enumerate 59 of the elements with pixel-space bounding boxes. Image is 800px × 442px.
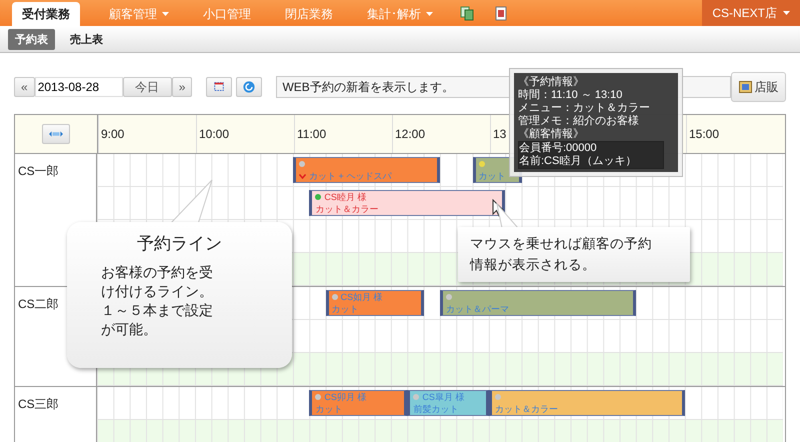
refresh-button[interactable] [236, 77, 262, 97]
callout-text: お客様の予約を受け付けるライン。 [101, 263, 214, 301]
document-icon[interactable] [494, 6, 508, 20]
date-field[interactable]: 2013-08-28 [34, 77, 123, 97]
menu-name: カット [332, 303, 359, 315]
nav-tab[interactable]: 小口管理 [186, 2, 268, 26]
tooltip-heading: 《予約情報》 [518, 76, 585, 89]
menu-name: カット + ヘッドスパ [309, 170, 392, 182]
customer-name: CS皐月 様 [422, 391, 464, 403]
booking-block[interactable]: カット＆パーマ [440, 290, 636, 316]
staff-name: CS三郎 [17, 396, 60, 413]
time-label: 15:00 [689, 127, 720, 141]
time-label: 11:00 [297, 127, 326, 141]
time-label: 9:00 [101, 127, 124, 141]
shop-icon [738, 81, 752, 93]
nav-tab[interactable]: 受付業務 [12, 2, 80, 26]
sub-tab[interactable]: 売上表 [63, 28, 110, 50]
time-label: 12:00 [395, 127, 426, 141]
time-label: 10:00 [199, 127, 230, 141]
sub-tab[interactable]: 予約表 [8, 28, 55, 50]
menu-name: カット＆カラー [495, 403, 558, 415]
arrows-icon [49, 130, 63, 138]
previous-day-button[interactable]: « [14, 77, 35, 97]
callout-text: １～５本まで設定が可能。 [101, 301, 214, 339]
tooltip-line: メニュー：カット＆カラー [518, 102, 651, 114]
staff-name: CS二郎 [17, 296, 60, 313]
next-day-button[interactable]: » [172, 77, 192, 97]
tooltip-line: 管理メモ：紹介のお客様 [518, 115, 640, 128]
store-menu[interactable]: CS-NEXT店 [702, 0, 800, 26]
nav-tab[interactable]: 集計･解析 [350, 2, 450, 26]
nav-tab[interactable]: 顧客管理 [92, 2, 186, 26]
booking-block[interactable]: CS皐月 様 前髪カット [407, 390, 489, 416]
today-button[interactable]: 今日 [122, 77, 172, 97]
menu-name: カット＆パーマ [446, 303, 509, 315]
customer-name: CS睦月 様 [324, 191, 366, 203]
menu-name: カット [478, 170, 506, 182]
tooltip-line: 名前:CS睦月（ムッキ） [519, 155, 638, 168]
refresh-icon [243, 80, 256, 94]
nav-tab[interactable]: 閉店業務 [268, 2, 350, 26]
tooltip-line: 会員番号:00000 [519, 142, 598, 155]
menu-name: カット [315, 403, 342, 415]
booking-block[interactable]: CS睦月 様 カット＆カラー [309, 190, 506, 216]
booking-block[interactable]: カット＆カラー [489, 390, 685, 416]
booking-block[interactable]: CS如月 様 カット [326, 290, 424, 316]
customer-name: CS如月 様 [340, 291, 383, 303]
booking-block[interactable]: CS卯月 様 カット [309, 390, 408, 416]
calendar-icon [213, 81, 226, 93]
fit-button[interactable] [206, 77, 232, 97]
tooltip-heading: 《顧客情報》 [518, 128, 585, 141]
menu-name: カット＆カラー [315, 203, 378, 215]
time-label: 13 [493, 127, 506, 141]
shop-button[interactable]: 店販 [731, 72, 786, 102]
callout-title: 予約ライン [136, 233, 223, 255]
customer-name: CS卯月 様 [324, 391, 366, 403]
menu-name: 前髪カット [413, 403, 458, 415]
staff-name: CS一郎 [17, 163, 60, 180]
booking-block[interactable]: カット + ヘッドスパ [293, 157, 440, 183]
callout-text: マウスを乗せれば顧客の予約情報が表示される。 [470, 235, 653, 274]
copy-icon[interactable] [460, 6, 474, 20]
